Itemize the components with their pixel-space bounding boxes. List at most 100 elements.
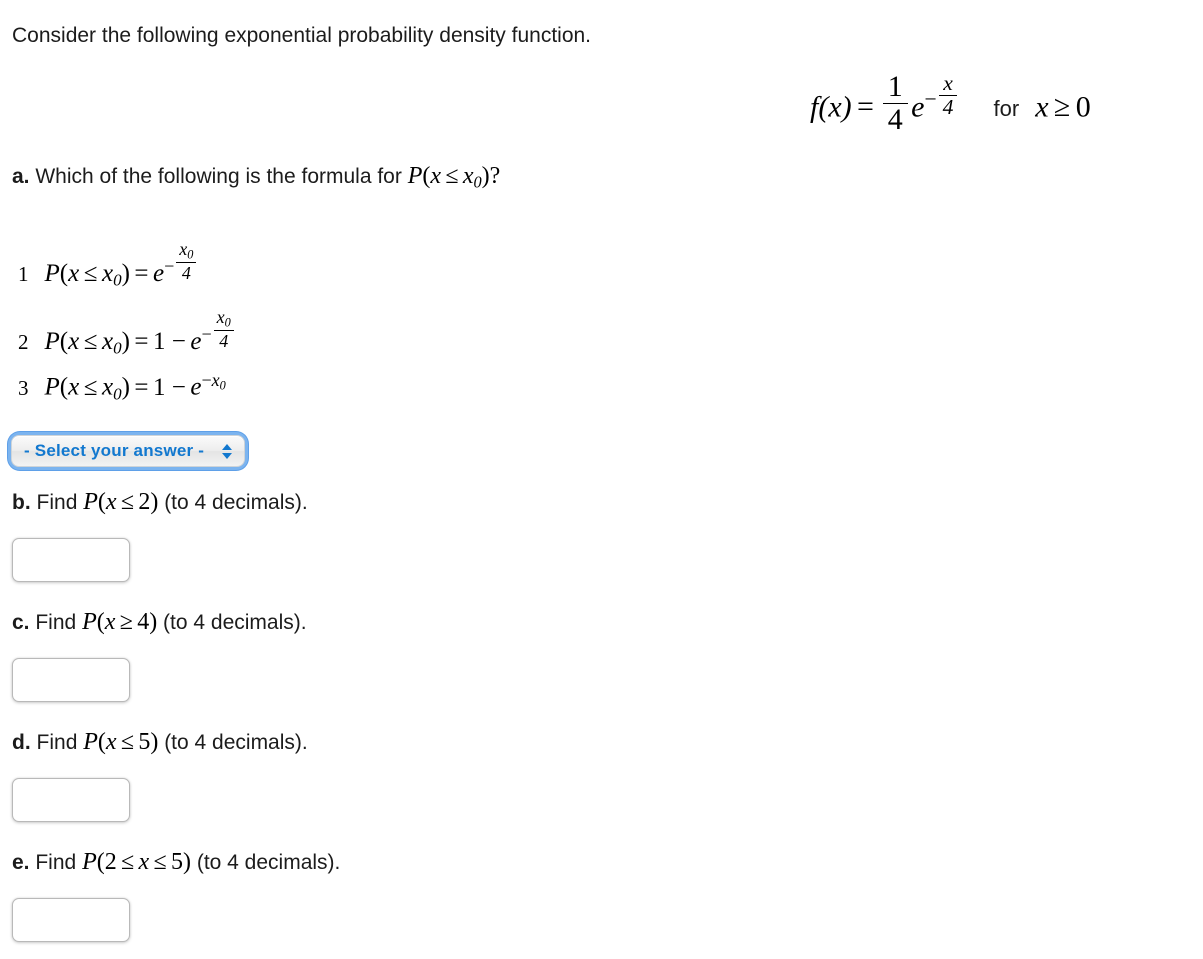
- option-relation: ≤: [83, 327, 98, 355]
- qc-value: 4: [137, 609, 150, 635]
- option-x0-subscript: 0: [113, 338, 122, 358]
- option-exponent-num-var: x: [211, 370, 220, 390]
- question-b: b. Find P(x ≤2) (to 4 decimals).: [12, 488, 308, 517]
- option-open-paren: (: [59, 373, 69, 401]
- qe-relation-2: ≤: [153, 849, 167, 875]
- pdf-condition-value: 0: [1075, 90, 1091, 124]
- option-exponent-num-sub: 0: [187, 247, 194, 262]
- pdf-coefficient: 14: [882, 72, 908, 135]
- chevron-down-icon: [222, 452, 233, 459]
- option-row[interactable]: 1 P(x ≤ x0) = e− x0 4: [18, 240, 198, 291]
- question-e-label: e.: [12, 851, 30, 874]
- option-exponent-num-sub: 0: [224, 315, 231, 330]
- option-open-paren: (: [59, 259, 69, 287]
- qc-relation: ≥: [119, 609, 133, 635]
- intro-label: Consider the following exponential proba…: [12, 24, 592, 47]
- qb-open-paren: (: [97, 489, 106, 515]
- question-a-label: a.: [12, 165, 30, 188]
- question-e-math: P(2 ≤ x ≤5): [82, 849, 191, 875]
- question-e-find: Find: [35, 851, 77, 874]
- option-P: P: [44, 373, 60, 401]
- question-e-note: (to 4 decimals).: [196, 851, 341, 874]
- chevron-up-icon: [222, 443, 233, 450]
- qa-x0: x: [462, 163, 474, 189]
- answer-input-e[interactable]: [12, 898, 130, 942]
- option-relation: ≤: [83, 373, 98, 401]
- question-d: d. Find P(x ≤5) (to 4 decimals).: [12, 728, 308, 757]
- option-exponent-sign: −: [201, 370, 212, 390]
- option-equals: =: [134, 259, 149, 287]
- qd-P: P: [83, 729, 98, 755]
- qe-P: P: [82, 849, 97, 875]
- option-base: e: [153, 259, 165, 287]
- option-equals: =: [134, 327, 149, 355]
- option-number: 3: [18, 375, 29, 400]
- question-c-find: Find: [35, 611, 77, 634]
- answer-select-focus-ring: - Select your answer -: [8, 432, 249, 470]
- question-c-note: (to 4 decimals).: [163, 611, 307, 634]
- option-variable: x: [68, 259, 80, 287]
- option-exponent-numerator: x0: [213, 308, 234, 331]
- qb-relation: ≤: [120, 489, 135, 515]
- option-equals: =: [134, 373, 149, 401]
- pdf-exponent: − x 4: [924, 72, 959, 118]
- option-exponent: − x0 4: [201, 308, 235, 350]
- option-exponent-sign: −: [164, 256, 175, 277]
- option-x0: x: [101, 373, 114, 401]
- option-prefix: 1 −: [153, 327, 186, 355]
- option-row[interactable]: 3 P(x ≤ x0) = 1 − e−x0: [18, 370, 226, 404]
- pdf-lhs: f(x): [810, 90, 852, 124]
- option-close-paren: ): [121, 259, 130, 287]
- select-stepper-arrows-icon[interactable]: [222, 443, 238, 459]
- option-x0: x: [101, 327, 114, 355]
- question-d-find: Find: [36, 731, 78, 754]
- option-exponent: −x0: [201, 370, 225, 392]
- option-exponent-numerator: x0: [176, 240, 197, 263]
- pdf-equals: =: [857, 90, 874, 124]
- option-row[interactable]: 2 P(x ≤ x0) = 1 − e− x0 4: [18, 308, 236, 359]
- qd-open-paren: (: [97, 729, 106, 755]
- answer-select[interactable]: - Select your answer -: [11, 435, 246, 467]
- qe-lower-bound: 2: [104, 849, 117, 875]
- qb-variable: x: [105, 489, 117, 515]
- qb-close-paren: ): [150, 489, 159, 515]
- answer-input-b[interactable]: [12, 538, 130, 582]
- answer-input-d[interactable]: [12, 778, 130, 822]
- qc-variable: x: [104, 609, 116, 635]
- option-relation: ≤: [83, 259, 98, 287]
- pdf-formula: f(x) = 1 4 e− x 4 for x ≥0: [810, 72, 1091, 135]
- pdf-condition-word: for: [993, 96, 1020, 122]
- pdf-base: e: [911, 90, 925, 124]
- option-close-paren: ): [121, 373, 130, 401]
- option-exponent-sign: −: [201, 324, 212, 345]
- option-variable: x: [68, 327, 80, 355]
- pdf-coefficient-numerator: 1: [882, 72, 908, 104]
- question-b-math: P(x ≤2): [83, 489, 158, 515]
- pdf-condition-variable: x: [1035, 90, 1049, 124]
- qb-value: 2: [138, 489, 151, 515]
- intro-text: Consider the following exponential proba…: [12, 23, 591, 48]
- qe-variable: x: [138, 849, 150, 875]
- option-close-paren: ): [121, 327, 130, 355]
- qc-P: P: [82, 609, 97, 635]
- option-P: P: [44, 327, 60, 355]
- question-a-math: P(x ≤ x0)?: [407, 163, 501, 192]
- option-number: 2: [18, 329, 29, 354]
- qe-close-paren: ): [182, 849, 191, 875]
- option-P: P: [44, 259, 60, 287]
- qa-P: P: [407, 163, 423, 189]
- answer-input-c[interactable]: [12, 658, 130, 702]
- answer-select-value: - Select your answer -: [24, 441, 205, 460]
- question-b-note: (to 4 decimals).: [164, 491, 308, 514]
- question-c-math: P(x ≥4): [82, 609, 157, 635]
- option-prefix: 1 −: [153, 373, 186, 401]
- option-number: 1: [18, 261, 29, 286]
- qe-open-paren: (: [96, 849, 105, 875]
- qa-variable: x: [430, 163, 442, 189]
- option-variable: x: [68, 373, 80, 401]
- option-x0: x: [101, 259, 114, 287]
- pdf-exponent-sign: −: [924, 87, 937, 112]
- question-c: c. Find P(x ≥4) (to 4 decimals).: [12, 608, 307, 637]
- option-exponent-fraction: x0 4: [213, 308, 234, 350]
- qc-open-paren: (: [96, 609, 105, 635]
